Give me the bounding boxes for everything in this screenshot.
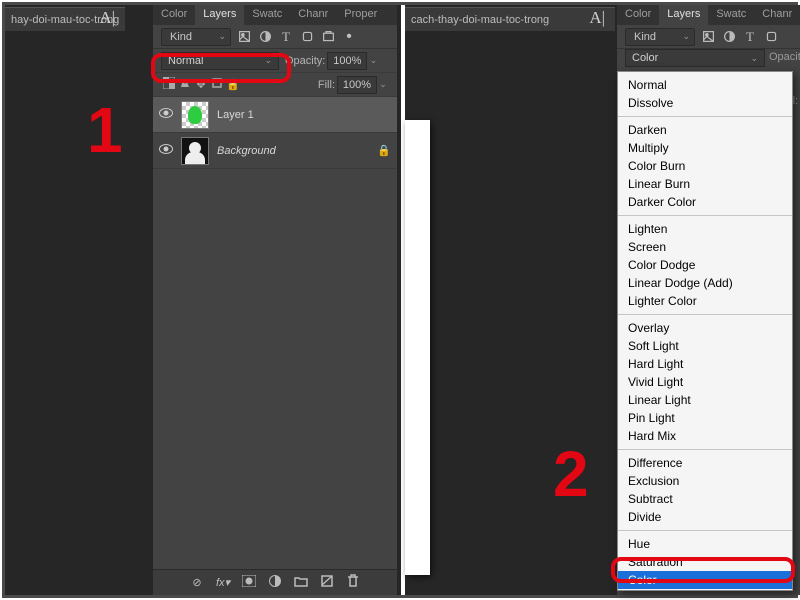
blend-option-subtract[interactable]: Subtract — [618, 490, 792, 508]
blend-option-vivid-light[interactable]: Vivid Light — [618, 373, 792, 391]
chevron-down-icon: ⌄ — [750, 53, 758, 64]
blend-mode-dropdown[interactable]: Normal Dissolve Darken Multiply Color Bu… — [617, 71, 793, 591]
blend-option-luminosity[interactable]: Luminosity — [618, 589, 792, 591]
blend-option-darken[interactable]: Darken — [618, 121, 792, 139]
mask-icon[interactable] — [241, 575, 257, 590]
tab-color[interactable]: Color — [153, 5, 195, 25]
chevron-down-icon[interactable]: ⌄ — [377, 79, 389, 90]
filter-kind-select[interactable]: Kind ⌄ — [625, 28, 695, 46]
chevron-down-icon: ⌄ — [218, 31, 226, 42]
filter-kind-label: Kind — [170, 31, 192, 43]
doc-tab[interactable]: cach-thay-doi-mau-toc-trong A| — [405, 7, 615, 31]
blend-option-hard-light[interactable]: Hard Light — [618, 355, 792, 373]
right-screenshot: cach-thay-doi-mau-toc-trong A| Color Lay… — [405, 5, 800, 595]
trash-icon[interactable] — [345, 574, 361, 591]
cursor-indicator: A| — [99, 8, 115, 28]
layers-panel: Color Layers Swatc Chanr Proper Kind ⌄ T — [153, 5, 397, 595]
fx-icon[interactable]: fx▾ — [215, 576, 231, 589]
layer-thumbnail[interactable] — [181, 101, 209, 129]
panel-tab-strip: Color Layers Swatc Chanr Proper — [153, 5, 397, 25]
blend-option-dissolve[interactable]: Dissolve — [618, 94, 792, 112]
left-screenshot: hay-doi-mau-toc-trong A| Color Layers Sw… — [5, 5, 401, 595]
blend-mode-value: Color — [632, 52, 658, 64]
filter-type-icon[interactable]: T — [278, 29, 294, 45]
filter-image-icon[interactable] — [236, 29, 252, 45]
lock-icon[interactable]: 🔒 — [377, 144, 391, 157]
blend-option-divide[interactable]: Divide — [618, 508, 792, 526]
filter-adjust-icon[interactable] — [257, 29, 273, 45]
visibility-toggle[interactable] — [159, 144, 173, 157]
fill-value[interactable]: 100% — [337, 76, 377, 94]
cursor-indicator: A| — [589, 8, 605, 28]
layer-name[interactable]: Background — [217, 145, 276, 157]
filter-shape-icon[interactable] — [299, 29, 315, 45]
layer-name[interactable]: Layer 1 — [217, 109, 254, 121]
opacity-label: Opacity: — [285, 55, 325, 67]
tab-color[interactable]: Color — [617, 5, 659, 25]
link-layers-icon[interactable]: ⊘ — [189, 576, 205, 589]
blend-option-color-burn[interactable]: Color Burn — [618, 157, 792, 175]
tab-channels[interactable]: Chanr — [290, 5, 336, 25]
blend-option-linear-burn[interactable]: Linear Burn — [618, 175, 792, 193]
layer-list: Layer 1 Background 🔒 — [153, 97, 397, 169]
layer-row[interactable]: Layer 1 — [153, 97, 397, 133]
filter-kind-select[interactable]: Kind ⌄ — [161, 28, 231, 46]
layer-filter-row: Kind ⌄ T — [617, 25, 800, 49]
blend-option-lighten[interactable]: Lighten — [618, 220, 792, 238]
blend-option-soft-light[interactable]: Soft Light — [618, 337, 792, 355]
annotation-step-1: 1 — [87, 93, 123, 167]
tab-swatches[interactable]: Swatc — [708, 5, 754, 25]
new-layer-icon[interactable] — [319, 575, 335, 590]
blend-option-normal[interactable]: Normal — [618, 76, 792, 94]
annotation-highlight-2 — [611, 557, 795, 583]
layer-thumbnail[interactable] — [181, 137, 209, 165]
blend-option-overlay[interactable]: Overlay — [618, 319, 792, 337]
filter-adjust-icon[interactable] — [721, 29, 737, 45]
opacity-label: Opacity: — [769, 51, 800, 63]
blend-option-color-dodge[interactable]: Color Dodge — [618, 256, 792, 274]
panel-tab-strip: Color Layers Swatc Chanr Pro — [617, 5, 800, 25]
layer-row[interactable]: Background 🔒 — [153, 133, 397, 169]
annotation-step-2: 2 — [553, 437, 589, 511]
filter-shape-icon[interactable] — [763, 29, 779, 45]
fill-label: Fill: — [318, 79, 335, 91]
blend-option-screen[interactable]: Screen — [618, 238, 792, 256]
blend-mode-select[interactable]: Color ⌄ — [625, 49, 765, 67]
chevron-down-icon[interactable]: ⌄ — [367, 55, 379, 66]
tab-layers[interactable]: Layers — [659, 5, 708, 25]
visibility-toggle[interactable] — [159, 108, 173, 121]
tab-channels[interactable]: Chanr — [754, 5, 800, 25]
filter-kind-label: Kind — [634, 31, 656, 43]
blend-option-lighter-color[interactable]: Lighter Color — [618, 292, 792, 310]
adjustment-layer-icon[interactable] — [267, 575, 283, 590]
blend-option-linear-dodge[interactable]: Linear Dodge (Add) — [618, 274, 792, 292]
blend-option-pin-light[interactable]: Pin Light — [618, 409, 792, 427]
blend-option-exclusion[interactable]: Exclusion — [618, 472, 792, 490]
layers-bottom-bar: ⊘ fx▾ — [153, 569, 397, 595]
opacity-value[interactable]: 100% — [327, 52, 367, 70]
filter-dot-icon[interactable]: • — [341, 29, 357, 45]
blend-option-multiply[interactable]: Multiply — [618, 139, 792, 157]
tab-swatches[interactable]: Swatc — [244, 5, 290, 25]
layer-filter-row: Kind ⌄ T • — [153, 25, 397, 49]
annotation-highlight-1 — [151, 53, 291, 83]
canvas-edge — [405, 120, 430, 575]
filter-smart-icon[interactable] — [320, 29, 336, 45]
tab-layers[interactable]: Layers — [195, 5, 244, 25]
blend-option-darker-color[interactable]: Darker Color — [618, 193, 792, 211]
chevron-down-icon: ⌄ — [682, 31, 690, 42]
doc-tab[interactable]: hay-doi-mau-toc-trong A| — [5, 7, 125, 31]
group-icon[interactable] — [293, 575, 309, 590]
tab-properties[interactable]: Proper — [336, 5, 385, 25]
blend-option-difference[interactable]: Difference — [618, 454, 792, 472]
blend-option-hard-mix[interactable]: Hard Mix — [618, 427, 792, 445]
blend-option-linear-light[interactable]: Linear Light — [618, 391, 792, 409]
blend-option-hue[interactable]: Hue — [618, 535, 792, 553]
doc-tab-title: cach-thay-doi-mau-toc-trong — [411, 14, 549, 26]
filter-image-icon[interactable] — [700, 29, 716, 45]
filter-type-icon[interactable]: T — [742, 29, 758, 45]
